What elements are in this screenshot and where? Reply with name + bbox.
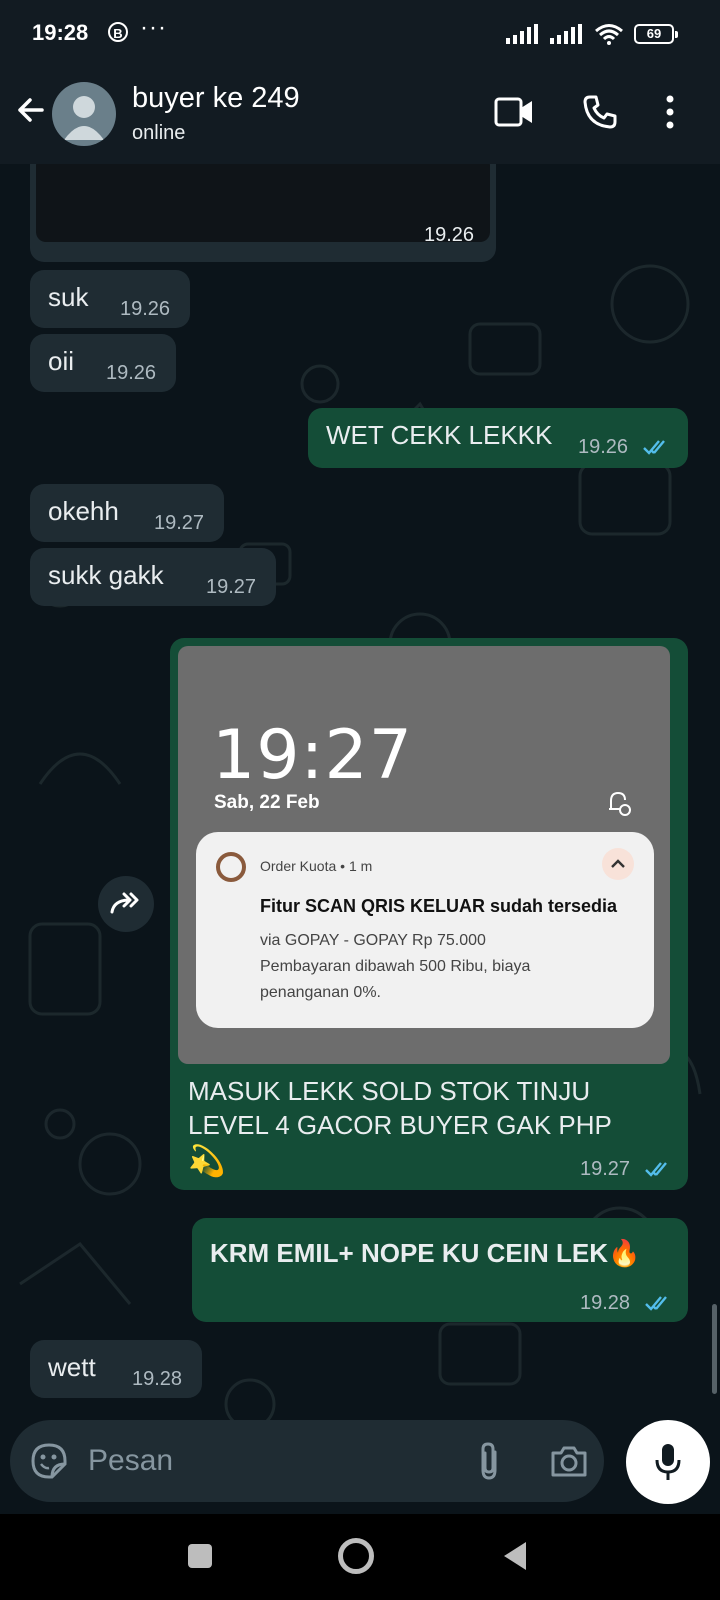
back-button[interactable] — [502, 1540, 528, 1572]
notification-badge-icon: B — [108, 22, 128, 42]
incoming-message[interactable]: suk 19.26 — [30, 270, 190, 328]
voice-call-icon[interactable] — [582, 94, 618, 130]
bell-settings-icon — [609, 791, 631, 816]
notification-body: penanganan 0%. — [260, 984, 381, 1001]
incoming-message[interactable]: 19.26 — [30, 164, 496, 262]
outgoing-image-message[interactable]: 19:27 Sab, 22 Feb Order Kuota • 1 m Fitu… — [170, 638, 688, 1190]
system-navigation-bar — [0, 1514, 720, 1600]
more-notifications-icon: ··· — [140, 14, 167, 41]
status-indicators: 69 — [506, 22, 678, 46]
message-time: 19.26 — [120, 298, 171, 320]
message-list[interactable]: 19.26 suk 19.26 oii 19.26 WET CEKK LEKKK… — [0, 164, 720, 1480]
default-avatar-icon — [64, 96, 104, 140]
notification-body: Pembayaran dibawah 500 Ribu, biaya — [260, 958, 531, 975]
image-attachment[interactable]: 19:27 Sab, 22 Feb Order Kuota • 1 m Fitu… — [178, 646, 670, 1064]
back-arrow-icon[interactable] — [10, 88, 54, 132]
lock-screen-date: Sab, 22 Feb — [214, 792, 320, 813]
notification-body: via GOPAY - GOPAY Rp 75.000 — [260, 932, 486, 949]
status-bar: 19:28 B ··· 69 — [0, 0, 720, 68]
message-caption: LEVEL 4 GACOR BUYER GAK PHP — [188, 1110, 612, 1140]
message-text: suk — [48, 282, 89, 312]
voice-record-button[interactable] — [626, 1420, 710, 1504]
outgoing-message[interactable]: WET CEKK LEKKK 19.26 — [308, 408, 688, 468]
battery-icon: 69 — [634, 24, 678, 44]
message-time: 19.26 — [578, 436, 629, 458]
attach-icon[interactable] — [476, 1440, 502, 1482]
incoming-message[interactable]: okehh 19.27 — [30, 484, 224, 542]
app-icon — [216, 852, 246, 882]
signal-icon-2 — [550, 24, 582, 44]
message-time: 19.26 — [106, 362, 157, 384]
more-options-icon[interactable] — [664, 94, 676, 130]
message-text: okehh — [48, 496, 119, 526]
home-button[interactable] — [338, 1538, 374, 1574]
message-text: wett — [48, 1352, 96, 1382]
message-composer[interactable]: Pesan — [10, 1420, 604, 1502]
video-call-icon[interactable] — [494, 94, 534, 130]
message-time: 19.27 — [580, 1158, 631, 1180]
incoming-message[interactable]: sukk gakk 19.27 — [30, 548, 276, 606]
message-text: sukk gakk — [48, 560, 164, 590]
recents-button[interactable] — [188, 1544, 212, 1568]
message-input[interactable]: Pesan — [88, 1444, 173, 1478]
microphone-icon — [655, 1444, 681, 1480]
media-preview[interactable] — [36, 164, 490, 242]
signal-icon — [506, 24, 538, 44]
collapse-icon — [602, 848, 634, 880]
notification-title: Fitur SCAN QRIS KELUAR sudah tersedia — [260, 896, 618, 916]
message-text: KRM EMIL+ NOPE KU CEIN LEK🔥 — [210, 1238, 641, 1268]
outgoing-message[interactable]: KRM EMIL+ NOPE KU CEIN LEK🔥 19.28 — [192, 1218, 688, 1322]
status-time: 19:28 — [32, 20, 89, 45]
read-receipt-icon — [645, 1162, 667, 1177]
wifi-icon — [595, 24, 623, 45]
notification-app: Order Kuota • 1 m — [260, 858, 373, 874]
message-time: 19.28 — [132, 1368, 183, 1390]
message-text: WET CEKK LEKKK — [326, 420, 553, 450]
incoming-message[interactable]: oii 19.26 — [30, 334, 176, 392]
incoming-message[interactable]: wett 19.28 — [30, 1340, 202, 1398]
read-receipt-icon — [643, 440, 665, 455]
forward-button[interactable] — [98, 876, 154, 932]
message-caption: MASUK LEKK SOLD STOK TINJU — [188, 1076, 591, 1106]
contact-name[interactable]: buyer ke 249 — [132, 82, 300, 115]
avatar[interactable] — [52, 82, 116, 146]
scrollbar[interactable] — [712, 1304, 717, 1394]
contact-status: online — [132, 122, 186, 144]
message-emoji: 💫 — [188, 1145, 226, 1178]
emoji-sticker-icon[interactable] — [30, 1442, 68, 1480]
camera-icon[interactable] — [550, 1444, 588, 1478]
lock-screen-time: 19:27 — [212, 716, 413, 795]
read-receipt-icon — [645, 1296, 667, 1311]
message-time: 19.27 — [154, 512, 205, 534]
message-time: 19.26 — [424, 224, 475, 246]
message-time: 19.28 — [580, 1292, 631, 1314]
notification-card: Order Kuota • 1 m Fitur SCAN QRIS KELUAR… — [196, 832, 654, 1028]
chat-header: buyer ke 249 online — [0, 68, 720, 164]
message-text: oii — [48, 346, 75, 376]
message-time: 19.27 — [206, 576, 257, 598]
forward-icon — [110, 892, 139, 914]
